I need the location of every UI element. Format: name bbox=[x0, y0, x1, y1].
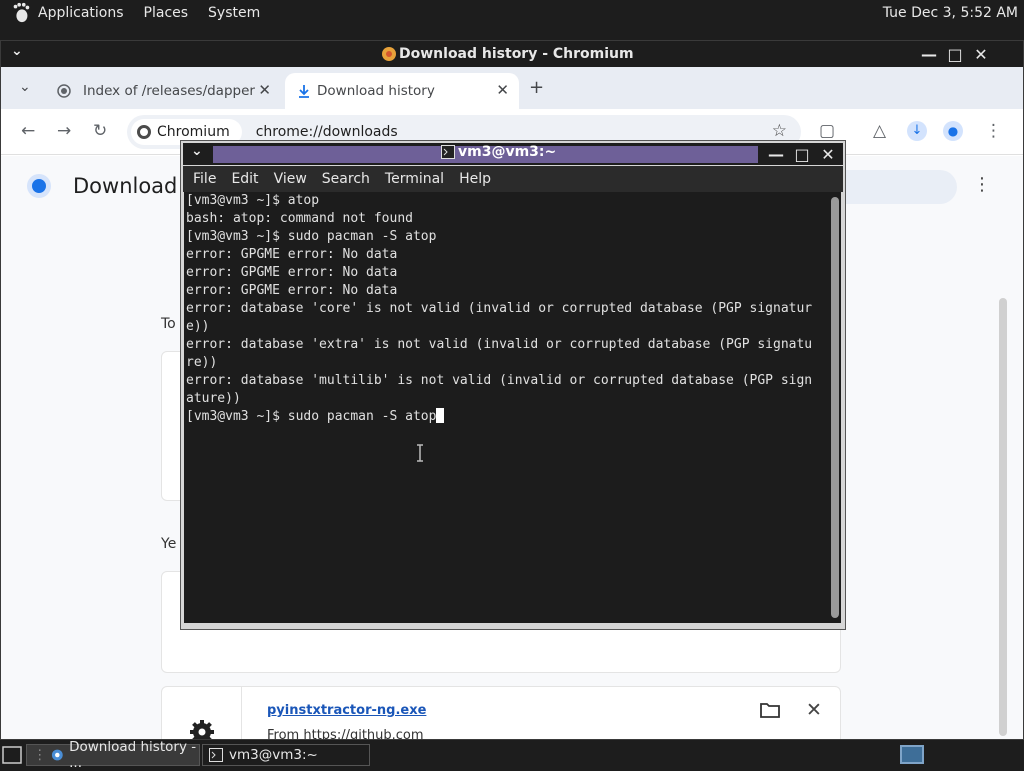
menu-system[interactable]: System bbox=[208, 5, 260, 21]
bottom-taskbar: ⋮ Download history - ... vm3@vm3:~ bbox=[0, 739, 1024, 771]
page-scrollbar-thumb[interactable] bbox=[999, 298, 1007, 736]
terminal-scrollbar-thumb[interactable] bbox=[831, 197, 839, 618]
window-menu-chevron-icon[interactable]: ⌄ bbox=[11, 43, 23, 59]
terminal-line: error: GPGME error: No data bbox=[186, 247, 398, 262]
terminal-window-controls: — □ ✕ bbox=[763, 143, 841, 165]
download-filename-link[interactable]: pyinstxtractor-ng.exe bbox=[267, 703, 426, 718]
section-heading-yesterday: Ye bbox=[161, 536, 177, 552]
tab-strip: ⌄ Index of /releases/dapper ✕ Download h… bbox=[1, 67, 1023, 109]
taskbar-item-terminal[interactable]: vm3@vm3:~ bbox=[202, 744, 370, 766]
terminal-line: error: GPGME error: No data bbox=[186, 265, 398, 280]
forward-arrow-icon[interactable]: → bbox=[57, 121, 71, 141]
chromium-titlebar[interactable]: ⌄ Download history - Chromium — □ ✕ bbox=[1, 41, 1023, 67]
terminal-scrollbar[interactable] bbox=[829, 192, 841, 623]
terminal-line: error: database 'multilib' is not valid … bbox=[186, 373, 813, 388]
extensions-puzzle-icon[interactable]: ▢ bbox=[819, 121, 835, 141]
maximize-icon[interactable]: □ bbox=[942, 45, 968, 64]
terminal-menu-edit[interactable]: Edit bbox=[231, 171, 258, 187]
taskbar-separator-icon: ⋮ bbox=[33, 747, 47, 763]
terminal-menu-view[interactable]: View bbox=[274, 171, 307, 187]
terminal-line: error: GPGME error: No data bbox=[186, 283, 398, 298]
terminal-menu-help[interactable]: Help bbox=[459, 171, 491, 187]
new-tab-plus-icon[interactable]: + bbox=[529, 77, 544, 98]
tab-close-icon[interactable]: ✕ bbox=[496, 81, 509, 99]
tab-close-icon[interactable]: ✕ bbox=[258, 81, 271, 99]
terminal-maximize-icon[interactable]: □ bbox=[789, 145, 815, 164]
remove-download-icon[interactable]: ✕ bbox=[806, 699, 822, 721]
url-text[interactable]: chrome://downloads bbox=[256, 124, 398, 140]
downloads-page-logo-icon bbox=[27, 174, 51, 198]
terminal-menu-search[interactable]: Search bbox=[322, 171, 370, 187]
gear-icon bbox=[189, 720, 214, 739]
tab-label: Index of /releases/dapper bbox=[83, 83, 255, 99]
terminal-close-icon[interactable]: ✕ bbox=[815, 145, 841, 164]
reload-icon[interactable]: ↻ bbox=[93, 121, 107, 141]
terminal-line: ature)) bbox=[186, 391, 241, 406]
section-heading-today: To bbox=[161, 316, 176, 332]
terminal-prompt-line: [vm3@vm3 ~]$ sudo pacman -S atop bbox=[186, 408, 827, 426]
show-desktop-icon[interactable] bbox=[2, 745, 24, 765]
downloads-toolbar-icon[interactable]: ↓ bbox=[907, 121, 927, 141]
chromium-logo-icon bbox=[382, 47, 396, 61]
close-icon[interactable]: ✕ bbox=[968, 45, 994, 64]
kebab-menu-icon[interactable]: ⋮ bbox=[985, 121, 1002, 141]
page-title: Download bbox=[73, 174, 178, 198]
bookmark-star-icon[interactable]: ☆ bbox=[772, 121, 787, 141]
minimize-icon[interactable]: — bbox=[916, 45, 942, 64]
ibeam-cursor-icon bbox=[417, 444, 423, 462]
page-more-icon[interactable]: ⋮ bbox=[973, 174, 991, 195]
terminal-line: e)) bbox=[186, 319, 210, 334]
tab-download-history[interactable]: Download history ✕ bbox=[285, 73, 519, 109]
page-scrollbar[interactable] bbox=[997, 286, 1009, 739]
chromium-taskbar-icon bbox=[51, 749, 63, 761]
chromium-chip-logo-icon bbox=[137, 125, 151, 139]
menu-places[interactable]: Places bbox=[144, 5, 189, 21]
menu-applications[interactable]: Applications bbox=[38, 5, 124, 21]
panel-menus: Applications Places System bbox=[0, 0, 288, 26]
terminal-menubar: File Edit View Search Terminal Help bbox=[183, 166, 843, 192]
tab-label: Download history bbox=[317, 83, 435, 99]
back-arrow-icon[interactable]: ← bbox=[21, 121, 35, 141]
terminal-line: [vm3@vm3 ~]$ sudo pacman -S atop bbox=[186, 229, 437, 244]
terminal-line: bash: atop: command not found bbox=[186, 211, 413, 226]
terminal-menu-terminal[interactable]: Terminal bbox=[385, 171, 444, 187]
terminal-line: [vm3@vm3 ~]$ atop bbox=[186, 193, 320, 208]
terminal-line: re)) bbox=[186, 355, 218, 370]
terminal-app-icon bbox=[441, 145, 455, 159]
terminal-window-title: vm3@vm3:~ bbox=[441, 144, 556, 160]
tab-index-releases[interactable]: Index of /releases/dapper ✕ bbox=[45, 73, 281, 109]
terminal-cursor bbox=[436, 408, 445, 423]
terminal-minimize-icon[interactable]: — bbox=[763, 145, 789, 164]
download-source: From https://github.com bbox=[267, 728, 424, 739]
terminal-window: ⌄ vm3@vm3:~ — □ ✕ File Edit View Search … bbox=[180, 140, 846, 630]
terminal-titlebar[interactable]: ⌄ vm3@vm3:~ — □ ✕ bbox=[183, 143, 843, 165]
terminal-prompt-text: [vm3@vm3 ~]$ sudo pacman -S atop bbox=[186, 409, 437, 424]
globe-icon bbox=[57, 84, 71, 98]
show-in-folder-icon[interactable] bbox=[760, 702, 780, 718]
terminal-menu-file[interactable]: File bbox=[193, 171, 216, 187]
labs-flask-icon[interactable]: △ bbox=[873, 121, 886, 141]
download-card-pyinstxtractor: pyinstxtractor-ng.exe From https://githu… bbox=[161, 686, 841, 739]
taskbar-item-chromium[interactable]: ⋮ Download history - ... bbox=[26, 739, 200, 771]
terminal-line: error: database 'extra' is not valid (in… bbox=[186, 337, 813, 352]
download-icon bbox=[299, 85, 309, 98]
chromium-window-title: Download history - Chromium bbox=[381, 46, 634, 62]
workspace-switcher[interactable] bbox=[900, 745, 924, 764]
terminal-window-menu-icon[interactable]: ⌄ bbox=[191, 143, 203, 159]
profile-avatar-icon[interactable]: ● bbox=[943, 121, 963, 141]
chromium-window-controls: — □ ✕ bbox=[916, 41, 994, 67]
top-panel: Applications Places System Tue Dec 3, 5:… bbox=[0, 0, 1024, 26]
terminal-line: error: database 'core' is not valid (inv… bbox=[186, 301, 813, 316]
terminal-taskbar-icon bbox=[209, 748, 223, 762]
file-icon-cell bbox=[162, 687, 242, 739]
tab-search-chevron-icon[interactable]: ⌄ bbox=[19, 79, 31, 95]
panel-clock[interactable]: Tue Dec 3, 5:52 AM bbox=[883, 5, 1018, 21]
terminal-screen[interactable]: [vm3@vm3 ~]$ atop bash: atop: command not… bbox=[184, 192, 829, 623]
gnome-foot-icon[interactable] bbox=[10, 2, 32, 24]
